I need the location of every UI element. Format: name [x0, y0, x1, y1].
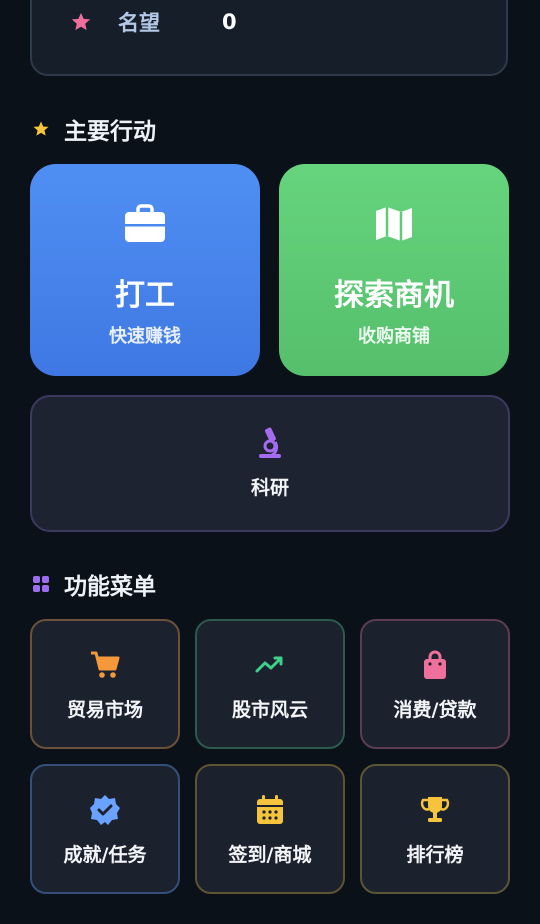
reputation-label: 名望	[118, 11, 160, 35]
briefcase-icon	[125, 204, 165, 242]
calendar-icon	[257, 795, 283, 824]
map-icon	[376, 207, 412, 241]
work-title: 打工	[115, 278, 175, 313]
main-actions-heading: 主要行动	[32, 112, 156, 146]
research-label: 科研	[250, 477, 289, 499]
trend-line-icon	[255, 656, 283, 673]
checkin-shop-button[interactable]: 签到/商城	[195, 764, 345, 894]
leaderboard-label: 排行榜	[406, 844, 464, 866]
microscope-icon	[259, 427, 281, 458]
cart-icon	[91, 651, 120, 678]
leaderboard-button[interactable]: 排行榜	[360, 764, 510, 894]
trophy-icon	[420, 797, 450, 822]
shopping-bag-icon	[424, 650, 446, 679]
checkin-shop-label: 签到/商城	[228, 844, 312, 866]
function-menu-heading: 功能菜单	[32, 567, 156, 601]
explore-subtitle: 收购商铺	[358, 326, 430, 347]
function-menu-title: 功能菜单	[64, 574, 156, 600]
consume-loan-button[interactable]: 消费/贷款	[360, 619, 510, 749]
work-button[interactable]: 打工 快速赚钱	[30, 164, 260, 376]
reputation-value: 0	[222, 10, 237, 34]
achievement-task-button[interactable]: 成就/任务	[30, 764, 180, 894]
star-icon	[71, 12, 91, 31]
work-subtitle: 快速赚钱	[109, 326, 181, 347]
grid-icon	[33, 576, 49, 592]
star-icon	[33, 121, 49, 136]
stock-market-label: 股市风云	[231, 699, 308, 721]
research-button[interactable]: 科研	[30, 395, 510, 532]
reputation-row: 名望 0	[70, 2, 237, 42]
consume-loan-label: 消费/贷款	[393, 699, 477, 721]
stock-market-button[interactable]: 股市风云	[195, 619, 345, 749]
explore-title: 探索商机	[334, 278, 454, 313]
main-actions-title: 主要行动	[64, 119, 156, 145]
verified-badge-icon	[90, 795, 120, 825]
explore-button[interactable]: 探索商机 收购商铺	[279, 164, 509, 376]
achievement-task-label: 成就/任务	[63, 844, 147, 866]
trade-market-label: 贸易市场	[66, 699, 143, 721]
trade-market-button[interactable]: 贸易市场	[30, 619, 180, 749]
stats-card: 名望 0	[30, 0, 508, 76]
